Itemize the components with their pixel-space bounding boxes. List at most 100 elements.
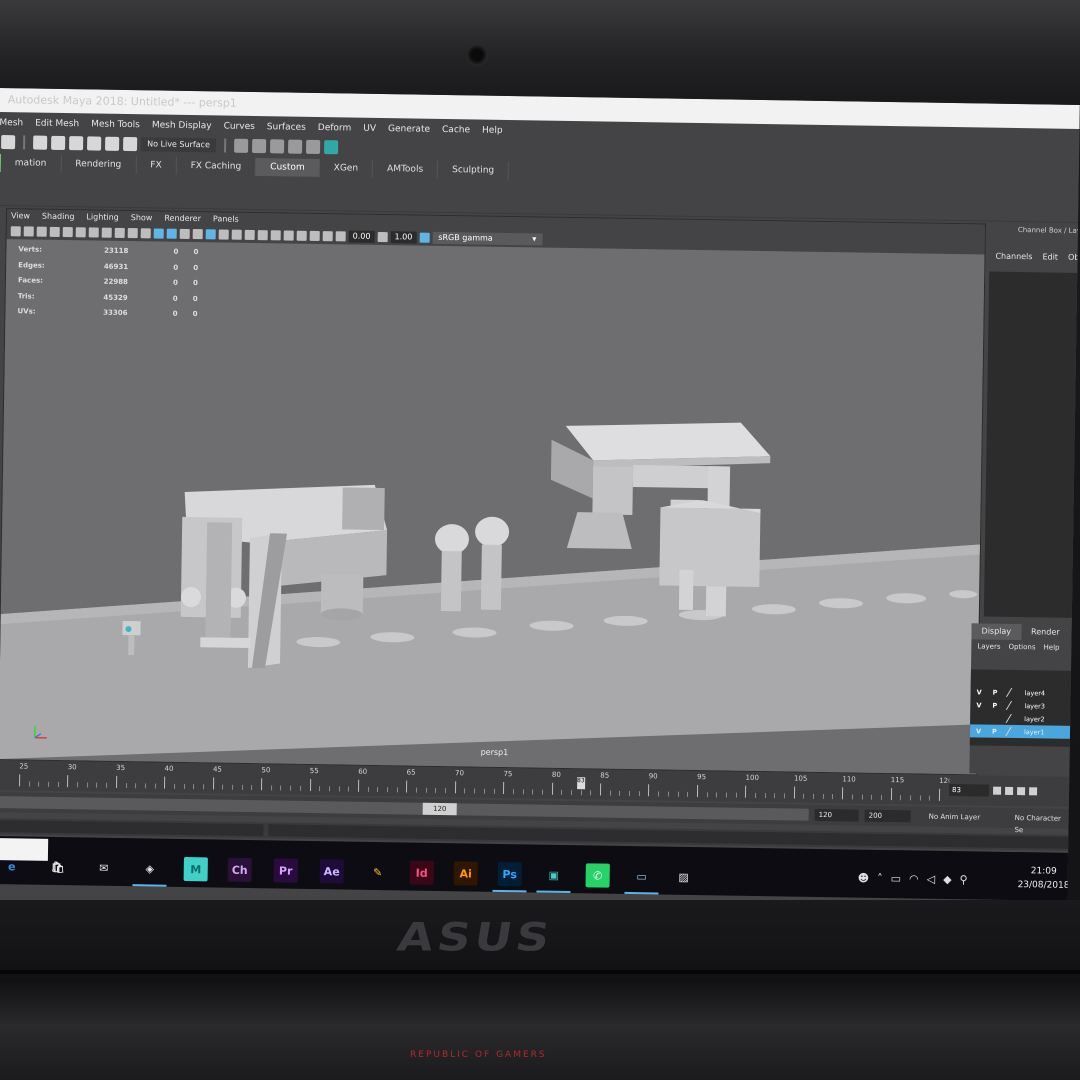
layer-tab-render[interactable]: Render [1021,624,1070,641]
layer-color-swatch[interactable] [1005,700,1022,711]
isolate-select-icon[interactable] [283,230,294,241]
select-tool-icon[interactable] [1,135,16,150]
play-backwards-icon[interactable] [1029,787,1038,796]
lights-icon[interactable] [205,229,216,240]
xray-components-icon[interactable] [322,231,333,242]
menu-surfaces[interactable]: Surfaces [267,118,306,137]
wifi-icon[interactable]: ◠ [909,872,919,885]
current-time-marker[interactable]: 83 [576,777,585,790]
channel-box-menu-channels[interactable]: Channels [995,252,1032,271]
layer-tab-display[interactable]: Display [971,623,1022,641]
menu-uv[interactable]: UV [363,120,376,138]
tab-fx-caching[interactable]: FX Caching [176,156,257,177]
playback-toggle[interactable]: P [992,727,1002,735]
snap-point-icon[interactable] [69,136,84,151]
motion-blur-icon[interactable] [244,229,255,241]
xray-joints-icon[interactable] [309,230,320,242]
pencil-app-icon[interactable]: ✎ [366,860,390,884]
taskbar-clock[interactable]: 21:09 23/08/2018 [1017,864,1070,893]
photos-icon[interactable]: ▨ [672,865,696,889]
indesign-icon[interactable]: Id [409,860,434,885]
grid-icon[interactable] [62,227,73,238]
tab-sculpting[interactable]: Sculpting [438,160,510,181]
panel-menu-lighting[interactable]: Lighting [86,210,119,225]
panel-menu-panels[interactable]: Panels [213,212,239,226]
render-icon[interactable] [233,138,249,153]
safe-title-icon[interactable] [140,228,151,239]
safe-action-icon[interactable] [127,228,138,239]
wireframe-on-shaded-icon[interactable] [179,228,190,239]
smooth-shade-icon[interactable] [166,228,177,239]
mail-icon[interactable]: ✉ [92,856,116,880]
wireframe-icon[interactable] [153,228,164,239]
edge-icon[interactable]: e [0,854,24,878]
scene-view[interactable]: Verts: 23118 0 0 Edges: 46931 0 0 Faces: 22988 0 0 T… [0,239,985,775]
ambient-occlusion-icon[interactable] [231,229,242,240]
dropbox-icon[interactable]: ◆ [943,873,952,886]
channel-box-menu-edit[interactable]: Edit [1042,252,1058,270]
image-plane-icon[interactable] [49,226,60,237]
window-icon[interactable]: ▭ [630,864,654,888]
layer-row[interactable]: V Player1 [969,724,1080,740]
premiere-icon[interactable]: Pr [273,858,298,883]
menu-mesh[interactable]: Mesh [0,114,23,132]
panel-menu-view[interactable]: View [11,209,30,223]
exposure-field[interactable]: 0.00 [348,230,375,243]
textured-icon[interactable] [192,229,203,240]
layer-color-swatch[interactable] [1005,713,1021,724]
after-effects-icon[interactable]: Ae [319,859,344,884]
shadows-icon[interactable] [218,229,229,240]
maya-running-icon[interactable]: ▣ [542,863,566,887]
gamma-field[interactable]: 1.00 [390,231,417,244]
chevron-up-icon[interactable]: ˄ [877,872,883,885]
color-space-dropdown[interactable]: sRGB gamma ▾ [432,231,543,246]
arnold-icon[interactable] [323,140,339,155]
camera-icon[interactable] [10,226,21,237]
resolution-gate-icon[interactable] [88,227,99,238]
unity-icon[interactable]: ◈ [138,856,162,880]
menu-mesh-tools[interactable]: Mesh Tools [91,115,140,134]
illustrator-icon[interactable]: Ai [453,861,478,886]
tab-fx[interactable]: FX [136,156,177,175]
xray-icon[interactable] [296,230,307,241]
channel-box-menu-obj[interactable]: Obj [1068,253,1080,271]
ipr-render-icon[interactable] [251,138,267,154]
layer-color-swatch[interactable] [1005,687,1022,698]
hypershade-icon[interactable] [287,139,303,154]
playback-toggle[interactable]: P [993,688,1003,696]
layer-menu-help[interactable]: Help [1043,643,1059,662]
playback-toggle[interactable]: P [992,701,1002,709]
character-set-dropdown[interactable]: No Character Se [1014,812,1069,834]
tab-rendering[interactable]: Rendering [61,154,137,175]
menu-generate[interactable]: Generate [388,120,430,139]
maya-icon[interactable]: M [183,856,208,882]
film-gate-icon[interactable] [75,227,86,238]
panel-menu-show[interactable]: Show [131,211,153,225]
gate-mask-icon[interactable] [101,227,112,238]
command-input[interactable] [0,819,264,837]
tab-mation[interactable]: mation [0,153,62,173]
volume-icon[interactable]: ◁ [927,873,936,886]
visibility-toggle[interactable]: V [976,727,986,735]
snap-curve-icon[interactable] [51,135,66,151]
channel-box-body[interactable] [983,271,1080,619]
panel-menu-renderer[interactable]: Renderer [164,212,201,227]
whatsapp-icon[interactable]: ✆ [585,863,610,888]
tab-xgen[interactable]: XGen [319,159,374,178]
snap-grid-icon[interactable] [33,135,48,150]
range-max-field[interactable]: 200 [864,809,911,823]
go-to-start-icon[interactable] [993,786,1002,795]
anim-layer-dropdown[interactable]: No Anim Layer [929,811,981,824]
tab-custom[interactable]: Custom [256,158,320,178]
range-handle[interactable]: 120 [422,802,457,816]
menu-edit-mesh[interactable]: Edit Mesh [35,115,79,134]
bookmark-icon[interactable] [36,226,47,237]
snap-surface-icon[interactable] [105,136,120,151]
layer-menu-layers[interactable]: Layers [977,642,1000,661]
menu-curves[interactable]: Curves [223,118,255,136]
menu-mesh-display[interactable]: Mesh Display [152,116,212,135]
field-chart-icon[interactable] [114,227,125,238]
step-back-frame-icon[interactable] [1017,787,1026,796]
visibility-toggle[interactable]: V [976,701,986,709]
render-view-icon[interactable] [305,139,321,155]
